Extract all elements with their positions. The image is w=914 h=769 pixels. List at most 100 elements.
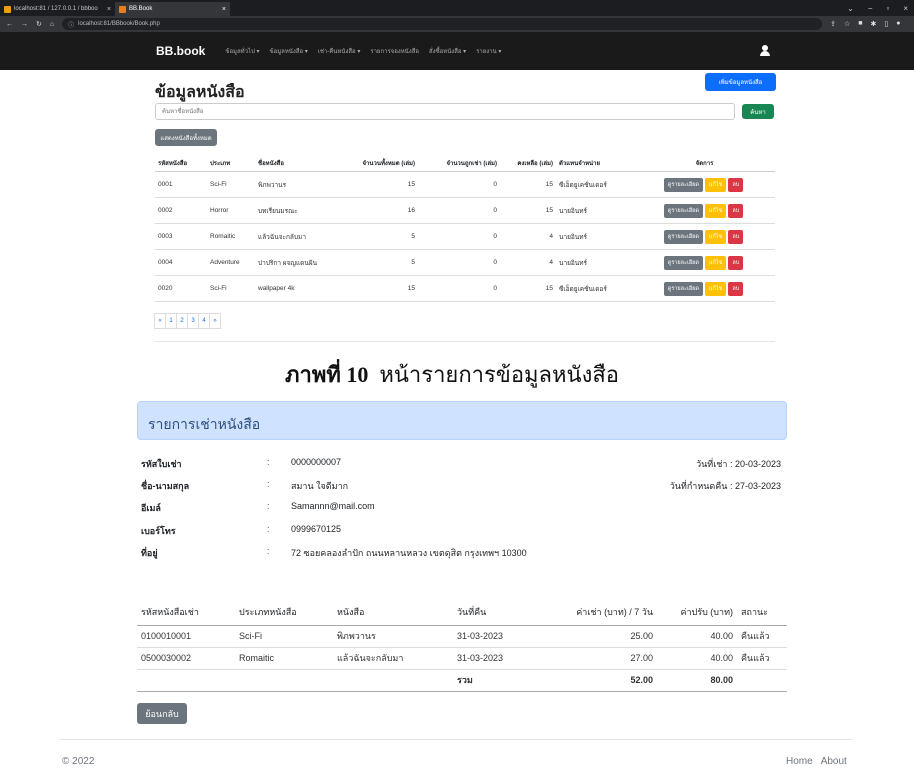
book-id-cell: 0001 (155, 171, 207, 198)
copyright: © 2022 (62, 756, 95, 767)
delete-button[interactable]: ลบ (728, 203, 744, 218)
fine-cell: 40.00 (657, 647, 737, 670)
table-row: 0002 Horror บทเรียนมรณะ 16 0 15 นายอินทร์ ดูราย… (155, 197, 775, 224)
due-date: วันที่กำหนดคืน : 27-03-2023 (669, 481, 781, 491)
footer-links: Home About (786, 756, 847, 767)
search-button[interactable]: ค้นหา (742, 104, 774, 119)
close-icon[interactable]: × (903, 4, 908, 13)
caption-text: หน้ารายการข้อมูลหนังสือ (379, 362, 619, 387)
books-table: รหัสหนังสือ ประเภท ชื่อหนังสือ จำนวนทั้ง… (155, 155, 775, 302)
detail-button[interactable]: ดูรายละเอียด (663, 229, 703, 244)
page-next[interactable]: » (209, 313, 221, 329)
delete-button[interactable]: ลบ (728, 177, 744, 192)
total-count-cell: 5 (330, 223, 418, 250)
book-name-cell: ปาปริกา ผจญแดนฝัน (255, 249, 330, 276)
edit-button[interactable]: แก้ไข (704, 255, 727, 270)
maximize-icon[interactable]: ▫ (886, 4, 889, 13)
back-button[interactable]: ย้อนกลับ (137, 703, 187, 724)
colon: : (267, 524, 270, 534)
column-header: จำนวนทั้งหมด (เล่ม) (330, 155, 418, 172)
brand-link[interactable]: BB.book (156, 44, 205, 58)
detail-button[interactable]: ดูรายละเอียด (663, 177, 703, 192)
rent-fee-cell: 25.00 (535, 625, 657, 648)
browser-tab-bbbook[interactable]: BB.Book × (115, 2, 230, 16)
nav-orders[interactable]: สั่งซื้อหนังสือ ▾ (429, 46, 466, 56)
column-header: รหัสหนังสือ (155, 155, 207, 172)
colon: : (267, 546, 270, 556)
browser-tab-phpmyadmin[interactable]: localhost:81 / 127.0.0.1 / bbboo × (0, 2, 115, 16)
table-header-row: รหัสหนังสือ ประเภท ชื่อหนังสือ จำนวนทั้ง… (155, 155, 775, 172)
remaining-count-cell: 4 (500, 223, 556, 250)
add-book-button[interactable]: เพิ่มข้อมูลหนังสือ (705, 73, 776, 91)
close-icon[interactable]: × (107, 6, 111, 13)
actions-cell: ดูรายละเอียด แก้ไข ลบ (634, 197, 775, 224)
chevron-down-icon[interactable]: ⌄ (847, 4, 854, 13)
book-id-cell: 0003 (155, 223, 207, 250)
total-row: รวม 52.00 80.00 (137, 669, 787, 692)
detail-button[interactable]: ดูรายละเอียด (663, 203, 703, 218)
caption-number: ภาพที่ 10 (285, 362, 369, 387)
dealer-cell: นายอินทร์ (556, 197, 634, 224)
nav-general[interactable]: ข้อมูลทั่วไป ▾ (225, 46, 259, 56)
fine-cell: 40.00 (657, 625, 737, 648)
empty-cell (737, 669, 787, 692)
table-row: 0100010001 Sci-Fi พิภพวานร 31-03-2023 25.00 4… (137, 625, 787, 648)
puzzle-icon[interactable]: ✱ (871, 20, 877, 28)
detail-button[interactable]: ดูรายละเอียด (663, 255, 703, 270)
column-header: คงเหลือ (เล่ม) (500, 155, 556, 172)
actions-cell: ดูรายละเอียด แก้ไข ลบ (634, 223, 775, 250)
nav-rent-return[interactable]: เช่า-คืนหนังสือ ▾ (318, 46, 361, 56)
nav-reservations[interactable]: รายการจองหนังสือ (370, 46, 419, 56)
total-count-cell: 15 (330, 275, 418, 302)
rented-count-cell: 0 (418, 223, 500, 250)
actions-cell: ดูรายละเอียด แก้ไข ลบ (634, 171, 775, 198)
column-header: วันที่คืน (453, 600, 535, 626)
delete-button[interactable]: ลบ (728, 281, 744, 296)
nav-books[interactable]: ข้อมูลหนังสือ ▾ (270, 46, 308, 56)
address-bar[interactable]: ⓘ localhost:81/BBbook/Book.php (62, 18, 823, 30)
share-icon[interactable]: ⇪ (830, 20, 836, 28)
rented-count-cell: 0 (418, 171, 500, 198)
edit-button[interactable]: แก้ไข (704, 281, 727, 296)
reload-icon[interactable]: ↻ (36, 20, 42, 28)
delete-button[interactable]: ลบ (728, 229, 744, 244)
book-type-cell: Romaitic (235, 647, 333, 670)
column-header: ตัวแทนจำหน่าย (556, 155, 634, 172)
actions-cell: ดูรายละเอียด แก้ไข ลบ (634, 249, 775, 276)
rent-code-cell: 0100010001 (137, 625, 235, 648)
forward-icon[interactable]: → (21, 21, 28, 28)
status-cell: คืนแล้ว (737, 625, 787, 648)
edit-button[interactable]: แก้ไข (704, 229, 727, 244)
book-name-cell: พิภพวานร (333, 625, 453, 648)
nav-reports[interactable]: รายงาน ▾ (476, 46, 501, 56)
edit-button[interactable]: แก้ไข (704, 203, 727, 218)
star-icon[interactable]: ☆ (844, 20, 850, 28)
total-fine: 80.00 (657, 669, 737, 692)
show-all-button[interactable]: แสดงหนังสือทั้งหมด (155, 129, 217, 146)
back-icon[interactable]: ← (6, 21, 13, 28)
book-id-cell: 0020 (155, 275, 207, 302)
browser-tab-bar: localhost:81 / 127.0.0.1 / bbboo × BB.Bo… (0, 0, 914, 16)
footer-about-link[interactable]: About (821, 756, 847, 767)
footer-home-link[interactable]: Home (786, 756, 813, 767)
status-cell: คืนแล้ว (737, 647, 787, 670)
tab-title: BB.Book (129, 6, 153, 12)
profile-icon[interactable]: ● (896, 20, 900, 28)
detail-button[interactable]: ดูรายละเอียด (663, 281, 703, 296)
home-icon[interactable]: ⌂ (50, 21, 54, 28)
column-header: สถานะ (737, 600, 787, 626)
table-row: 0004 Adventure ปาปริกา ผจญแดนฝัน 5 0 4 นายอินท… (155, 249, 775, 276)
search-input[interactable] (155, 103, 735, 120)
sidebar-icon[interactable]: ▯ (884, 20, 888, 28)
user-icon[interactable] (760, 45, 770, 57)
book-name-cell: wallpaper 4k (255, 275, 330, 302)
total-fee: 52.00 (535, 669, 657, 692)
extension-icon[interactable]: ■ (858, 20, 862, 28)
column-header: รหัสหนังสือเช่า (137, 600, 235, 626)
book-type-cell: Adventure (207, 249, 255, 276)
minimize-icon[interactable]: − (868, 4, 873, 13)
edit-button[interactable]: แก้ไข (704, 177, 727, 192)
close-icon[interactable]: × (222, 6, 226, 13)
delete-button[interactable]: ลบ (728, 255, 744, 270)
empty-cell (235, 669, 333, 692)
